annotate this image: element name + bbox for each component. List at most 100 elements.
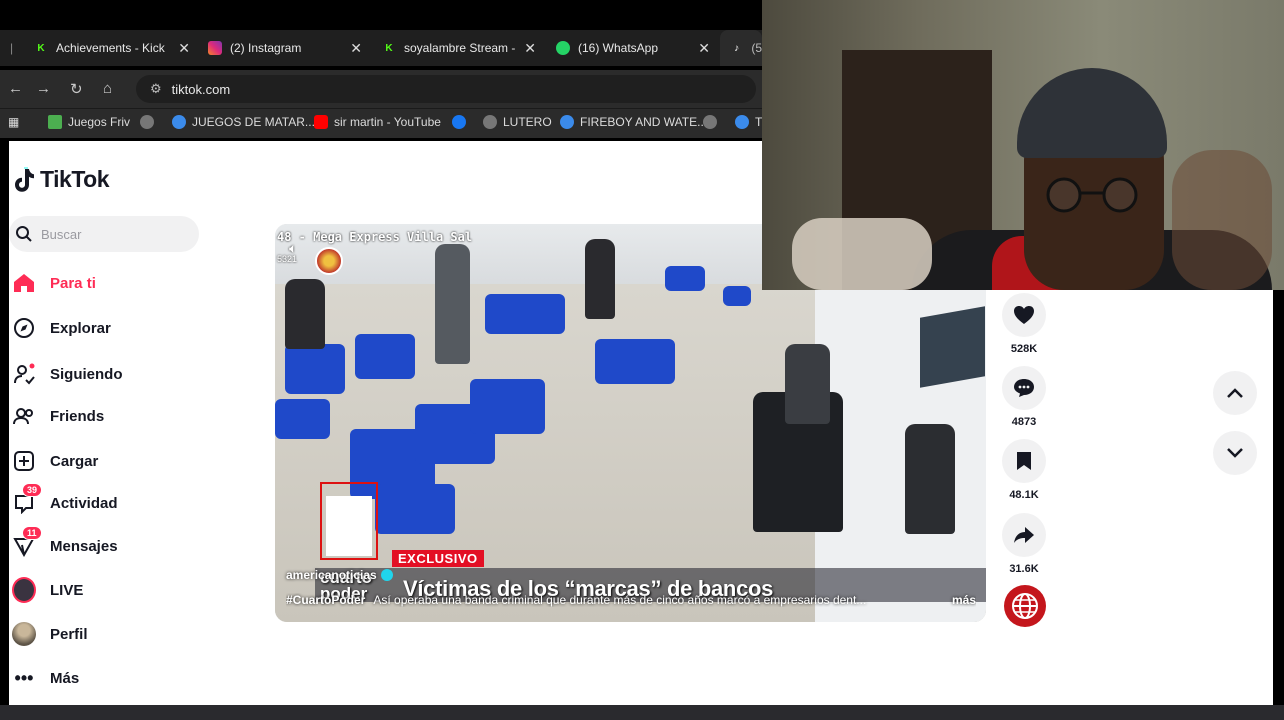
share-icon xyxy=(1002,513,1046,557)
sidebar-item-explorar[interactable]: Explorar xyxy=(12,316,111,340)
sidebar-item-para-ti[interactable]: Para ti xyxy=(12,271,96,295)
more-icon: ••• xyxy=(14,667,34,688)
sidebar-item-live[interactable]: LIVE xyxy=(12,577,83,603)
tiktok-icon xyxy=(15,167,34,192)
save-button[interactable]: 48.1K xyxy=(1002,439,1046,501)
video-seat xyxy=(355,334,415,379)
tab-label: Achievements - Kick xyxy=(56,41,165,55)
bookmark-youtube[interactable]: sir martin - YouTube xyxy=(314,115,441,129)
compass-icon xyxy=(12,316,36,340)
sidebar-item-actividad[interactable]: 39 Actividad xyxy=(12,483,118,515)
kick-icon: K xyxy=(385,42,393,54)
sidebar-item-siguiendo[interactable]: Siguiendo xyxy=(12,362,123,386)
webcam-hand xyxy=(792,218,932,290)
back-icon[interactable]: ← xyxy=(8,80,23,97)
heart-icon xyxy=(1002,293,1046,337)
bookmark-label: FIREBOY AND WATE... xyxy=(580,115,708,129)
tab-kick-achievements[interactable]: K Achievements - Kick ✕ xyxy=(24,30,196,66)
globe-icon xyxy=(483,115,497,129)
apps-icon[interactable]: ▦ xyxy=(8,115,19,129)
youtube-icon xyxy=(314,115,328,129)
tab-tiktok[interactable]: ♪ (5 xyxy=(720,30,762,66)
tab-kick-stream[interactable]: K soyalambre Stream - ✕ xyxy=(372,30,542,66)
close-icon[interactable]: ✕ xyxy=(698,40,710,57)
friv-icon xyxy=(48,115,62,129)
sidebar-item-mas[interactable]: ••• Más xyxy=(12,666,80,690)
address-bar[interactable]: ⚙ tiktok.com xyxy=(136,75,756,103)
webcam-hand xyxy=(1172,150,1272,290)
description-text: Así operaba una banda criminal que duran… xyxy=(373,593,867,607)
following-icon xyxy=(12,362,36,386)
home-icon[interactable]: ⌂ xyxy=(103,80,112,97)
previous-video-button[interactable] xyxy=(1213,371,1257,415)
bookmark-lutero[interactable]: LUTERO xyxy=(483,115,552,129)
tab-label: (5 xyxy=(751,41,762,55)
video-seat xyxy=(485,294,565,334)
hashtag-link[interactable]: #CuartoPoder xyxy=(286,593,365,607)
sidebar-item-mensajes[interactable]: 11 Mensajes xyxy=(12,526,118,558)
tiktok-icon: ♪ xyxy=(734,42,740,54)
live-icon xyxy=(12,577,36,603)
bookmark-partial[interactable]: Ti xyxy=(735,115,765,129)
volume-icon[interactable]: 🔈︎ xyxy=(289,240,297,257)
sidebar-item-perfil[interactable]: Perfil xyxy=(12,622,88,646)
site-icon xyxy=(560,115,574,129)
verified-icon xyxy=(380,569,393,581)
browser-tab-bar: | K Achievements - Kick ✕ (2) Instagram … xyxy=(0,30,762,66)
bookmark-juegos-matar[interactable]: JUEGOS DE MATAR... xyxy=(172,115,315,129)
video-description: #CuartoPoder Así operaba una banda crimi… xyxy=(286,593,976,607)
close-icon[interactable]: ✕ xyxy=(178,40,190,57)
sidebar-item-cargar[interactable]: Cargar xyxy=(12,449,98,473)
tab-label: soyalambre Stream - xyxy=(404,41,516,55)
inset-frame xyxy=(320,482,378,560)
close-icon[interactable]: ✕ xyxy=(350,40,362,57)
sidebar-item-label: Explorar xyxy=(50,319,111,337)
like-count: 528K xyxy=(1010,343,1038,355)
video-scene-monitor xyxy=(920,306,985,388)
search-box[interactable]: Buscar xyxy=(9,216,199,252)
like-button[interactable]: 528K xyxy=(1002,293,1046,355)
notification-badge: 11 xyxy=(22,526,42,540)
video-person xyxy=(585,239,615,319)
webcam-cap xyxy=(1017,68,1167,158)
video-author[interactable]: americanoticias xyxy=(286,568,393,582)
tab-instagram[interactable]: (2) Instagram ✕ xyxy=(198,30,368,66)
video-seat xyxy=(665,266,705,291)
friends-icon xyxy=(12,404,36,428)
video-person xyxy=(905,424,955,534)
more-link[interactable]: más xyxy=(952,593,976,607)
close-icon[interactable]: ✕ xyxy=(524,40,536,57)
sidebar-item-label: Perfil xyxy=(50,625,88,643)
reload-icon[interactable]: ↻ xyxy=(70,80,83,98)
home-icon xyxy=(12,271,36,295)
globe-logo-icon xyxy=(315,247,343,275)
share-button[interactable]: 31.6K xyxy=(1002,513,1046,575)
bookmark-globe-2[interactable] xyxy=(703,115,723,129)
bookmark-globe-1[interactable] xyxy=(140,115,160,129)
sidebar-item-friends[interactable]: Friends xyxy=(12,404,104,428)
video-seat xyxy=(595,339,675,384)
cctv-overlay-text: 48 - Mega Express Villa Sal xyxy=(277,230,473,244)
video-seat xyxy=(470,379,545,434)
webcam-overlay xyxy=(762,0,1284,290)
video-seat xyxy=(275,399,330,439)
tab-partial[interactable]: | xyxy=(0,30,22,66)
bookmark-facebook[interactable] xyxy=(452,115,472,129)
forward-icon[interactable]: → xyxy=(36,80,51,97)
next-video-button[interactable] xyxy=(1213,431,1257,475)
sidebar-item-label: Siguiendo xyxy=(50,365,123,383)
tiktok-logo[interactable]: TikTok xyxy=(12,166,110,193)
tab-whatsapp[interactable]: (16) WhatsApp ✕ xyxy=(546,30,716,66)
tab-label: (2) Instagram xyxy=(230,41,302,55)
channel-avatar[interactable] xyxy=(1004,585,1046,627)
search-input[interactable]: Buscar xyxy=(41,227,81,242)
chevron-down-icon xyxy=(1227,448,1243,458)
bookmark-fireboy[interactable]: FIREBOY AND WATE... xyxy=(560,115,707,129)
bookmark-icon xyxy=(1002,439,1046,483)
video-person xyxy=(285,279,325,349)
comment-button[interactable]: 4873 xyxy=(1002,366,1046,428)
bookmark-juegos-friv[interactable]: Juegos Friv xyxy=(48,115,130,129)
video-person xyxy=(435,244,470,364)
site-settings-icon[interactable]: ⚙ xyxy=(150,81,162,97)
comment-count: 4873 xyxy=(1011,416,1037,428)
